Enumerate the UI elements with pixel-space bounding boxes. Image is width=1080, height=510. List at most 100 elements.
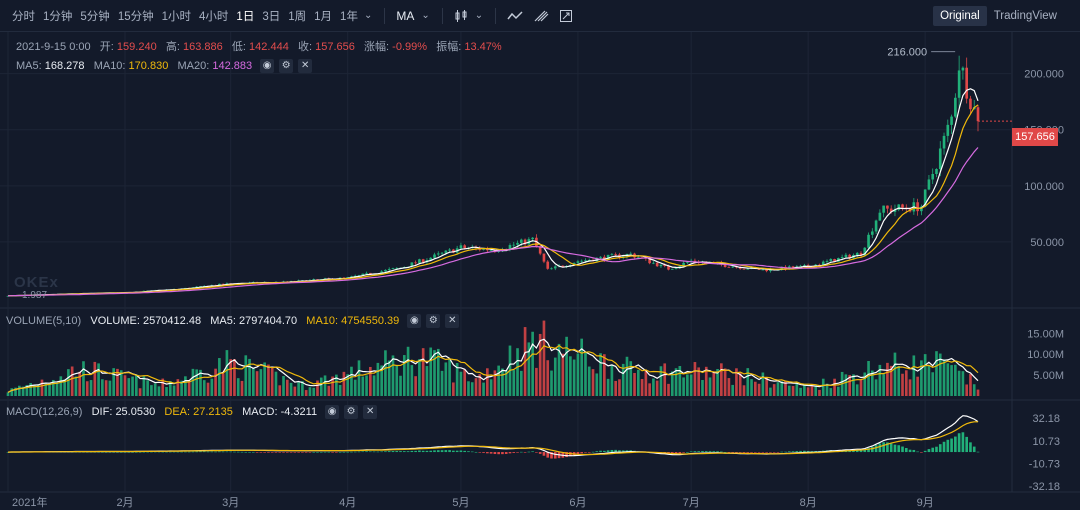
macd-histogram-bar xyxy=(199,451,202,453)
macd-histogram-bar xyxy=(278,452,282,453)
macd-histogram-bar xyxy=(976,451,980,453)
macd-histogram-bar xyxy=(202,451,206,453)
macd-histogram-bar xyxy=(493,452,497,455)
volume-bar xyxy=(535,367,538,396)
volume-bar xyxy=(55,382,59,396)
macd-histogram-bar xyxy=(542,452,546,456)
candle-body xyxy=(686,262,689,263)
volume-bar xyxy=(195,369,199,396)
volume-ma10-value: 4754550.39 xyxy=(341,314,400,327)
candle-body xyxy=(746,268,750,270)
ma-settings-gear-icon[interactable]: ⚙ xyxy=(279,59,294,73)
volume-bar xyxy=(961,371,965,396)
volume-bar xyxy=(603,354,606,396)
macd-histogram-bar xyxy=(889,443,893,453)
candle-body xyxy=(961,67,965,71)
high-value: 163.886 xyxy=(182,41,223,53)
macd-histogram-bar xyxy=(787,451,791,453)
volume-bar xyxy=(67,369,70,396)
macd-histogram-bar xyxy=(780,451,784,453)
volume-bar xyxy=(689,374,693,396)
volume-bar xyxy=(859,379,863,396)
volume-bar xyxy=(599,353,602,396)
volume-settings-gear-icon[interactable]: ⚙ xyxy=(426,314,441,328)
macd-histogram-bar xyxy=(927,449,931,453)
candle-body xyxy=(931,174,935,180)
candle-body xyxy=(950,116,953,125)
volume-bar xyxy=(433,350,436,396)
dif-label: DIF: xyxy=(91,405,113,418)
chart-canvas[interactable]: 50.000100.000150.000200.0005.00M10.00M15… xyxy=(0,0,1080,510)
macd-histogram-bar xyxy=(172,451,176,453)
macd-histogram-bar xyxy=(293,452,297,453)
candle-body xyxy=(489,250,493,251)
volume-bar xyxy=(108,380,112,396)
ma20-label: MA20: xyxy=(177,59,210,72)
macd-histogram-bar xyxy=(501,452,504,455)
macd-histogram-bar xyxy=(263,452,266,453)
volume-visibility-eye-icon[interactable]: ◉ xyxy=(407,314,422,328)
candle-body xyxy=(927,179,931,190)
volume-bar xyxy=(319,377,323,396)
volume-close-icon[interactable]: ✕ xyxy=(445,314,460,328)
ma-close-icon[interactable]: ✕ xyxy=(298,59,313,73)
volume-bar xyxy=(882,374,885,396)
macd-histogram-bar xyxy=(123,452,127,453)
volume-bar xyxy=(421,348,425,396)
volume-bar xyxy=(82,361,85,396)
volume-bar xyxy=(293,386,297,396)
volume-bar xyxy=(501,368,504,396)
macd-visibility-eye-icon[interactable]: ◉ xyxy=(325,405,340,419)
volume-bar xyxy=(357,360,361,396)
macd-histogram-bar xyxy=(308,452,312,453)
ma-visibility-eye-icon[interactable]: ◉ xyxy=(260,59,275,73)
volume-bar xyxy=(818,389,821,396)
macd-histogram-bar xyxy=(312,452,316,453)
macd-histogram-bar xyxy=(248,451,251,453)
volume-bar xyxy=(444,362,448,396)
volume-bar xyxy=(614,380,617,396)
macd-histogram-bar xyxy=(769,452,772,453)
candle-body xyxy=(519,239,523,243)
candle-body xyxy=(414,262,417,264)
volume-bar xyxy=(837,386,840,396)
macd-close-icon[interactable]: ✕ xyxy=(363,405,378,419)
volume-bar xyxy=(323,375,327,396)
volume-bar xyxy=(855,384,859,396)
dea-value: 27.2135 xyxy=(193,405,233,418)
macd-settings-gear-icon[interactable]: ⚙ xyxy=(344,405,359,419)
volume-bar xyxy=(489,379,493,396)
volume-bar xyxy=(897,366,901,396)
candle-body xyxy=(957,70,961,98)
volume-bar xyxy=(308,387,312,396)
volume-bar xyxy=(746,368,750,396)
macd-histogram-bar xyxy=(259,452,263,453)
volume-bar xyxy=(361,376,365,396)
volume-bar xyxy=(667,383,670,396)
macd-histogram-bar xyxy=(746,452,750,453)
candle-body xyxy=(546,261,550,269)
macd-histogram-bar xyxy=(176,451,180,453)
volume-bar xyxy=(542,320,546,396)
macd-histogram-bar xyxy=(233,451,236,453)
macd-histogram-bar xyxy=(904,448,908,453)
candle-body xyxy=(965,67,968,99)
macd-histogram-bar xyxy=(523,452,527,453)
volume-bar xyxy=(233,359,236,396)
macd-histogram-bar xyxy=(870,446,874,453)
candle-body xyxy=(365,272,368,274)
macd-histogram-bar xyxy=(365,451,368,453)
volume-bar xyxy=(448,359,451,396)
time-tick-label: 7月 xyxy=(683,497,700,509)
macd-histogram-bar xyxy=(478,452,482,453)
volume-bar xyxy=(153,383,157,396)
volume-bar xyxy=(595,373,599,396)
volume-bar xyxy=(633,372,636,396)
volume-bar xyxy=(486,368,489,396)
macd-histogram-bar xyxy=(716,451,719,453)
macd-histogram-bar xyxy=(214,451,217,453)
ma5-line xyxy=(7,88,979,297)
macd-histogram-bar xyxy=(686,452,689,453)
volume-bar xyxy=(584,351,587,396)
macd-histogram-bar xyxy=(761,452,765,453)
